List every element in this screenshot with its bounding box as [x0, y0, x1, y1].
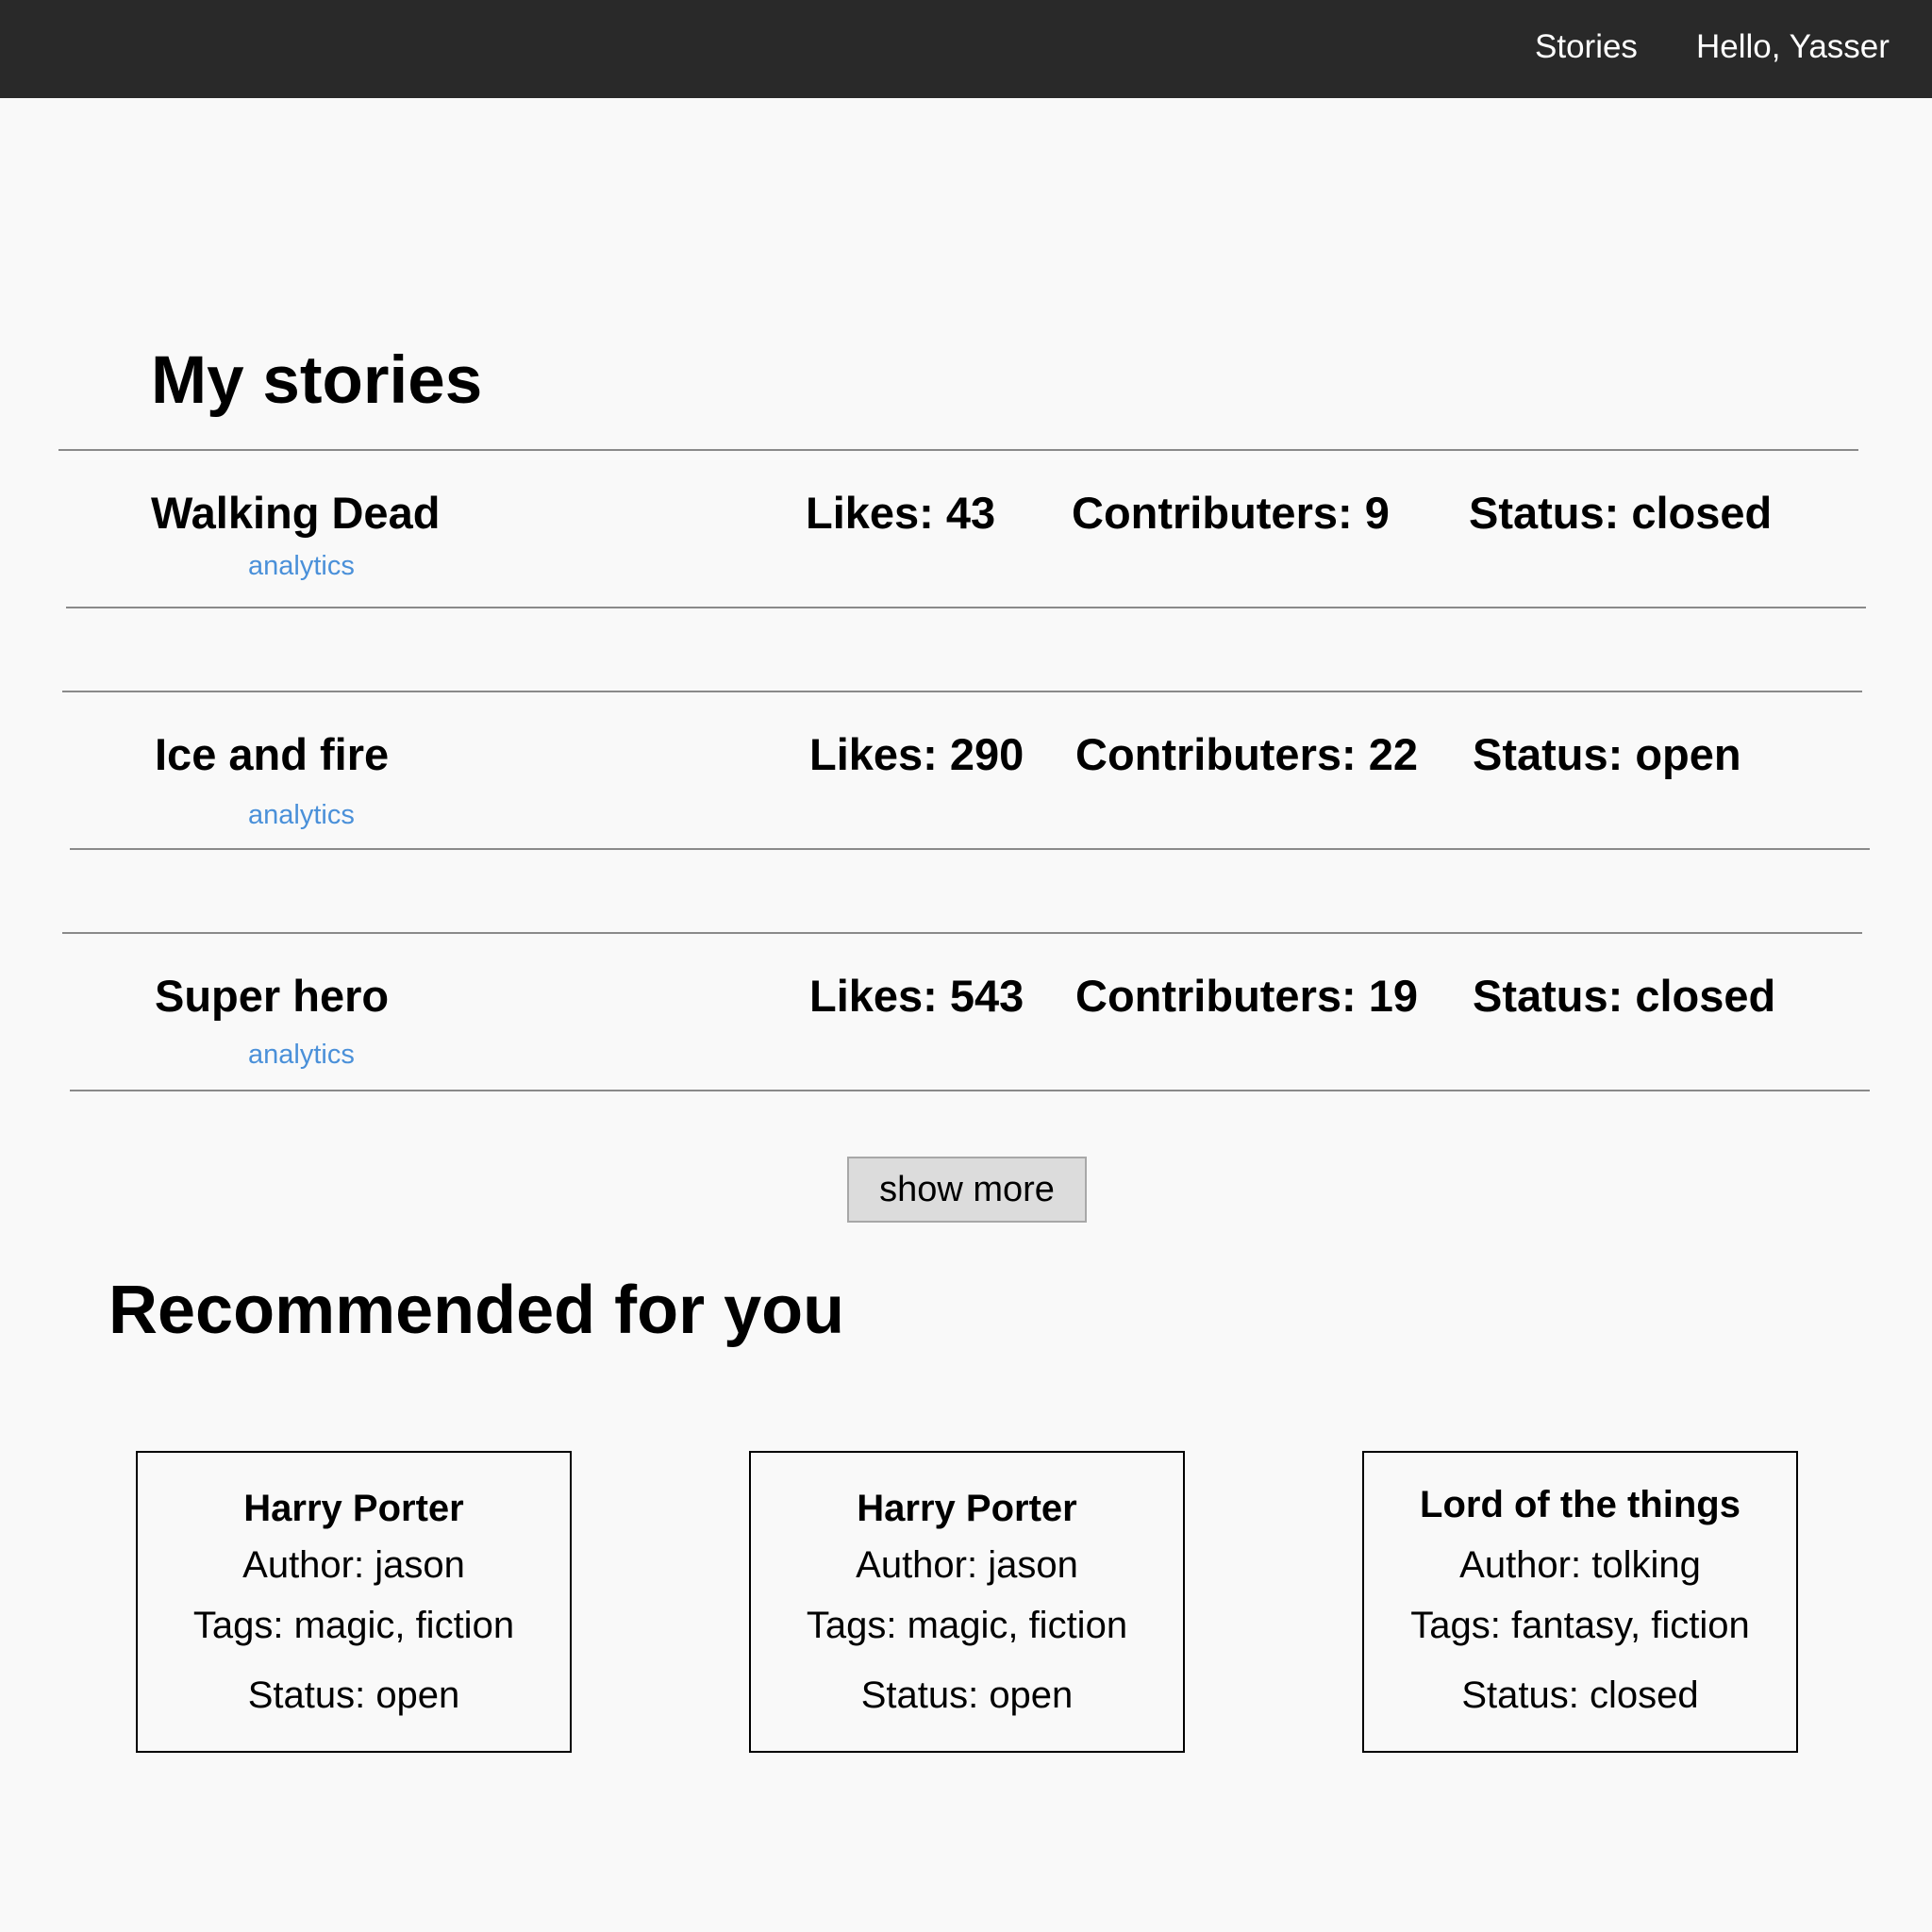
story-likes: Likes: 290	[809, 729, 1024, 779]
my-stories-title: My stories	[151, 343, 483, 418]
story-title[interactable]: Super hero	[155, 970, 389, 1023]
story-analytics-link[interactable]: analytics	[248, 1038, 355, 1072]
divider	[66, 607, 1866, 608]
card-title: Harry Porter	[243, 1488, 464, 1529]
recommended-card[interactable]: Lord of the things Author: tolking Tags:…	[1362, 1451, 1798, 1753]
show-more-button[interactable]: show more	[847, 1157, 1087, 1223]
story-analytics-link[interactable]: analytics	[248, 549, 355, 583]
card-author: Author: tolking	[1459, 1544, 1701, 1586]
card-author: Author: jason	[856, 1544, 1078, 1586]
story-title[interactable]: Ice and fire	[155, 728, 389, 781]
nav-stories-link[interactable]: Stories	[1535, 26, 1638, 68]
story-status: Status: closed	[1473, 971, 1776, 1021]
card-status: Status: open	[860, 1674, 1074, 1716]
nav-user-greeting[interactable]: Hello, Yasser	[1696, 26, 1890, 68]
recommended-card[interactable]: Harry Porter Author: jason Tags: magic, …	[749, 1451, 1185, 1753]
card-tags: Tags: magic, fiction	[806, 1605, 1128, 1646]
card-tags: Tags: magic, fiction	[192, 1605, 515, 1646]
top-navbar: Stories Hello, Yasser	[0, 0, 1932, 98]
story-contributors: Contributers: 22	[1075, 729, 1418, 779]
recommended-card[interactable]: Harry Porter Author: jason Tags: magic, …	[136, 1451, 572, 1753]
story-title[interactable]: Walking Dead	[151, 487, 440, 540]
card-author: Author: jason	[242, 1544, 465, 1586]
card-title: Harry Porter	[857, 1488, 1077, 1529]
divider	[62, 691, 1862, 692]
story-status: Status: closed	[1469, 488, 1773, 538]
card-tags: Tags: fantasy, fiction	[1410, 1605, 1750, 1646]
story-likes: Likes: 543	[809, 971, 1024, 1021]
divider	[70, 848, 1870, 850]
divider	[58, 449, 1858, 451]
recommended-title: Recommended for you	[108, 1273, 845, 1348]
card-status: Status: closed	[1461, 1674, 1699, 1716]
story-contributors: Contributers: 19	[1075, 971, 1418, 1021]
card-title: Lord of the things	[1420, 1484, 1740, 1525]
divider	[70, 1090, 1870, 1091]
story-contributors: Contributers: 9	[1072, 488, 1390, 538]
divider	[62, 932, 1862, 934]
story-likes: Likes: 43	[806, 488, 996, 538]
story-status: Status: open	[1473, 729, 1741, 779]
card-status: Status: open	[247, 1674, 460, 1716]
story-analytics-link[interactable]: analytics	[248, 798, 355, 832]
